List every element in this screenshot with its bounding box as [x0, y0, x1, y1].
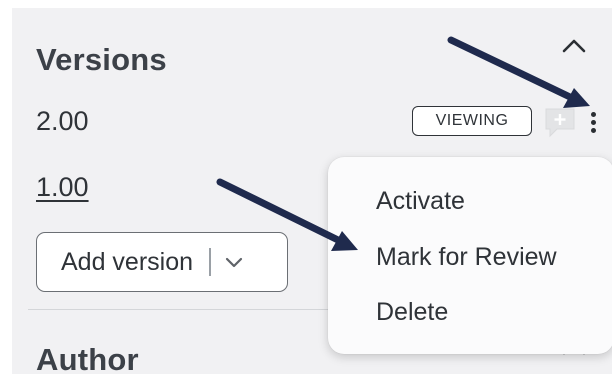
- viewing-badge: VIEWING: [412, 106, 532, 136]
- split-button-separator: [209, 248, 211, 276]
- versions-heading: Versions: [36, 42, 167, 77]
- add-comment-icon[interactable]: [543, 106, 577, 138]
- menu-item-activate[interactable]: Activate: [376, 187, 465, 216]
- properties-panel: Versions 2.00 VIEWING 1.00 Add version A…: [12, 8, 612, 377]
- version-context-menu: Activate Mark for Review Delete: [328, 157, 612, 354]
- more-options-icon[interactable]: [586, 110, 600, 138]
- version-item-1-00[interactable]: 1.00: [36, 172, 89, 203]
- add-version-button[interactable]: Add version: [36, 232, 288, 292]
- chevron-down-icon[interactable]: [221, 252, 247, 272]
- menu-item-mark-for-review[interactable]: Mark for Review: [376, 243, 557, 272]
- add-version-label[interactable]: Add version: [61, 248, 193, 277]
- menu-item-delete[interactable]: Delete: [376, 298, 448, 327]
- version-item-2-00: 2.00: [36, 106, 89, 136]
- chevron-up-icon[interactable]: [560, 36, 588, 56]
- author-heading: Author: [36, 342, 139, 377]
